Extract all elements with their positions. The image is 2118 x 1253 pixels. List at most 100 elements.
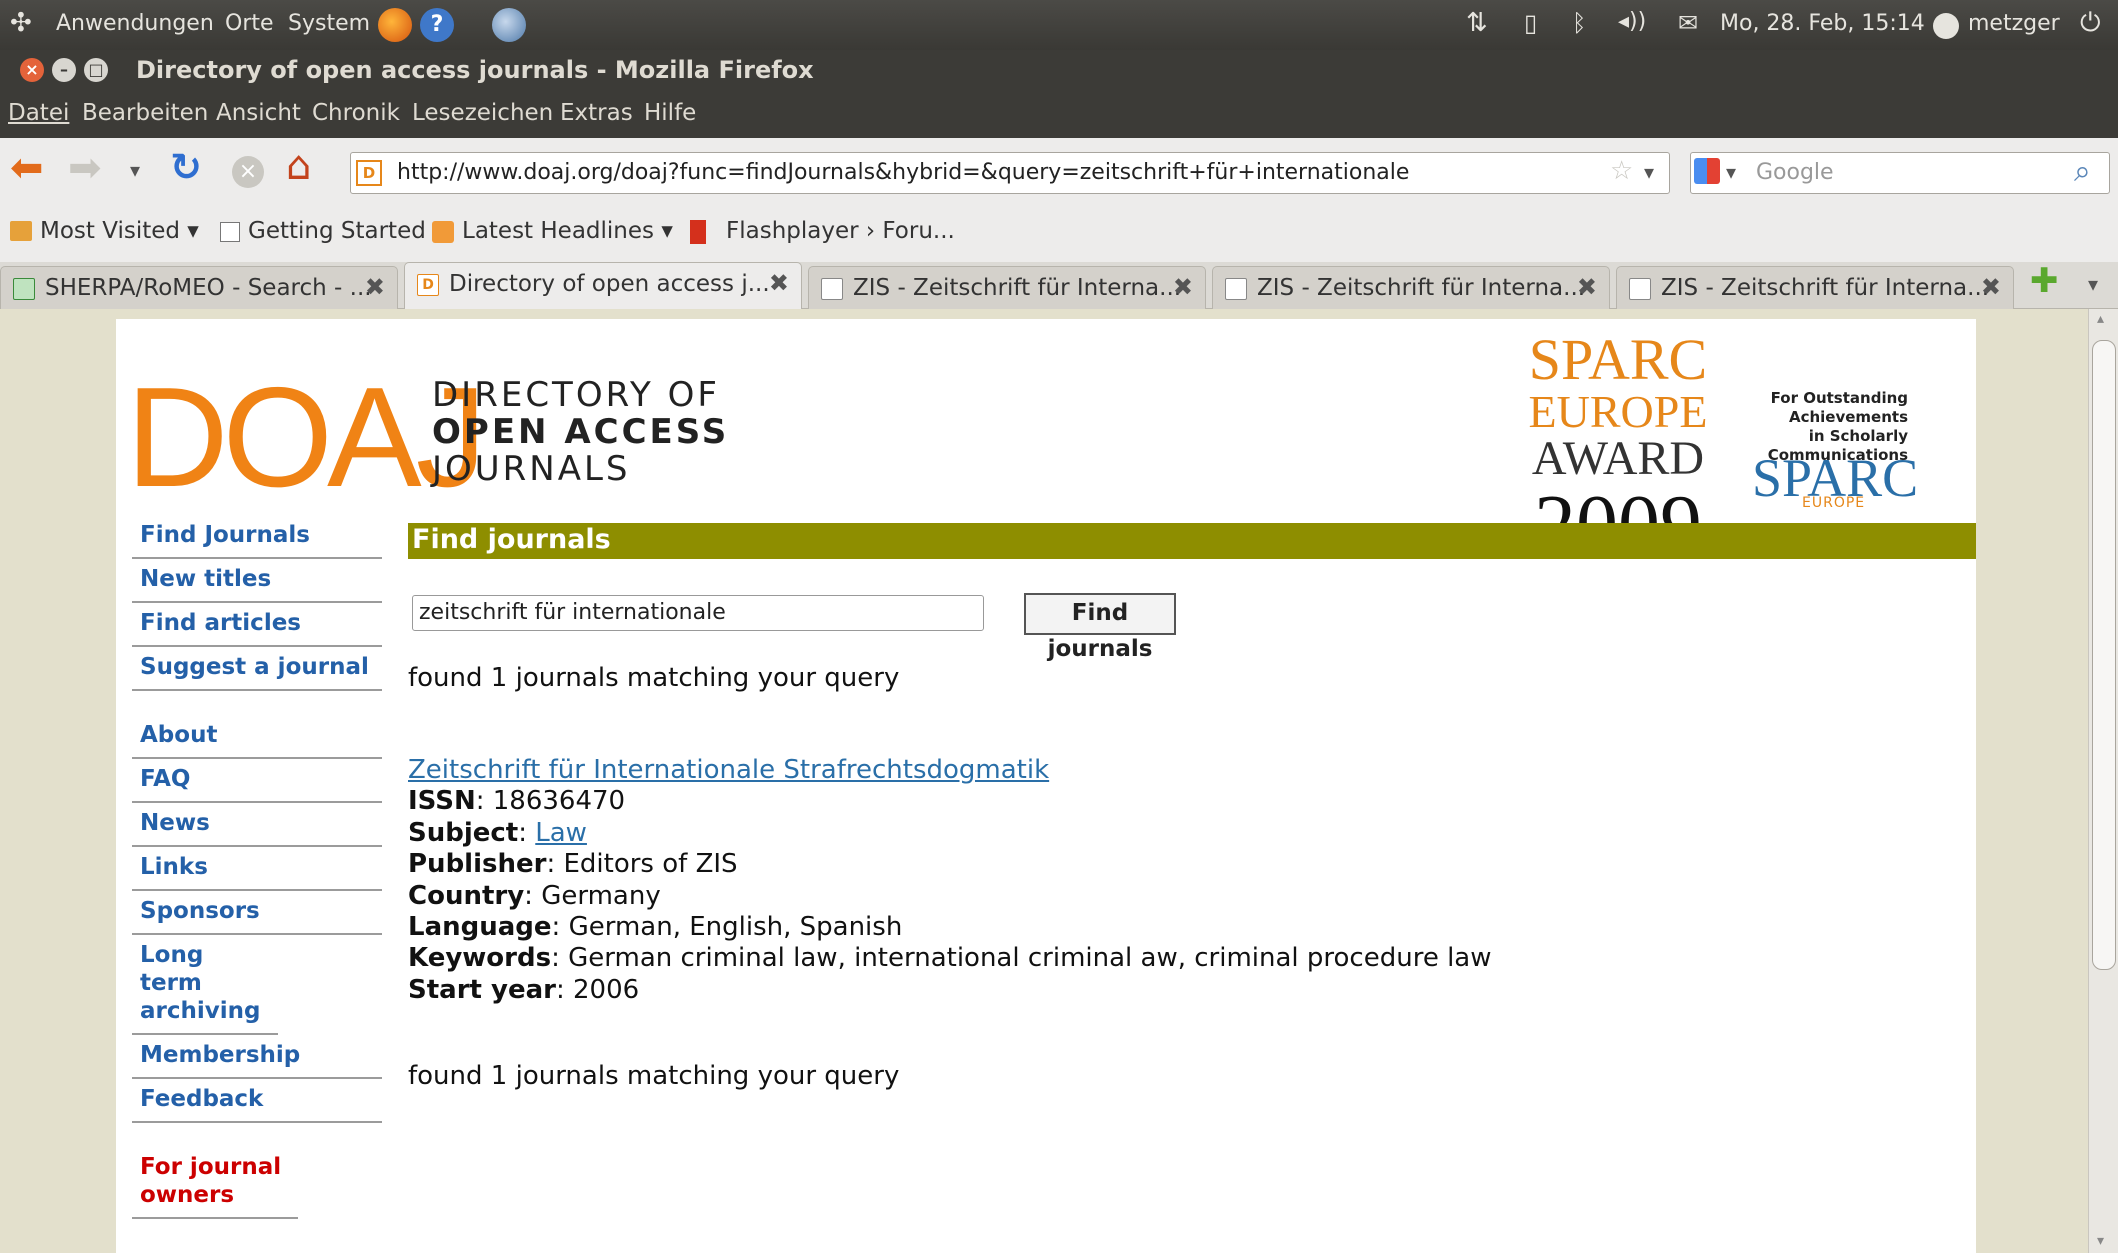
bookmark-getting-started[interactable]: Getting Started	[248, 218, 426, 244]
nav-new-titles[interactable]: New titles	[132, 559, 382, 603]
window-title: Directory of open access journals - Mozi…	[136, 56, 814, 84]
tagline-1: For Outstanding	[1770, 389, 1908, 407]
doaj-logo[interactable]: DOAJ	[126, 367, 487, 509]
nav-news[interactable]: News	[132, 803, 382, 847]
site-favicon-icon[interactable]: D	[356, 160, 382, 186]
nav-faq[interactable]: FAQ	[132, 759, 382, 803]
menu-bearbeiten[interactable]: Bearbeiten	[82, 100, 208, 126]
results-count-top: found 1 journals matching your query	[408, 663, 900, 693]
keywords-label: Keywords	[408, 943, 552, 974]
tab-label: ZIS - Zeitschrift für Interna...	[1257, 275, 1586, 301]
tagline-2: Achievements	[1788, 408, 1908, 426]
menu-datei[interactable]: Datei	[8, 100, 69, 126]
menu-hilfe[interactable]: Hilfe	[644, 100, 696, 126]
bookmark-latest-headlines[interactable]: Latest Headlines ▾	[462, 218, 673, 244]
battery-icon[interactable]: ▯	[1524, 9, 1537, 37]
rss-icon	[432, 221, 454, 243]
close-window-icon[interactable]: ×	[20, 58, 44, 82]
volume-icon[interactable]: ◂))	[1618, 9, 1646, 34]
nav-find-journals[interactable]: Find Journals	[132, 515, 382, 559]
panel-user[interactable]: metzger	[1968, 11, 2060, 36]
page-viewport: DOAJ DIRECTORY OF OPEN ACCESS JOURNALS S…	[0, 309, 2088, 1253]
bookmark-flashplayer[interactable]: Flashplayer › Foru...	[726, 218, 955, 244]
tab-label: Directory of open access j...	[449, 271, 770, 297]
network-icon[interactable]: ⇅	[1466, 8, 1488, 38]
forward-icon[interactable]: ➡	[68, 148, 102, 188]
google-engine-icon[interactable]	[1694, 158, 1720, 184]
journal-result: Zeitschrift für Internationale Strafrech…	[408, 755, 1492, 1005]
scrollbar-thumb[interactable]	[2092, 340, 2116, 970]
start-year-value: 2006	[572, 974, 640, 1005]
subject-link[interactable]: Law	[535, 818, 587, 848]
bookmarks-toolbar: Most Visited ▾ Getting Started Latest He…	[0, 206, 2118, 262]
menu-extras[interactable]: Extras	[560, 100, 633, 126]
scroll-up-icon[interactable]: ▴	[2097, 311, 2104, 327]
bookmark-most-visited[interactable]: Most Visited ▾	[40, 218, 199, 244]
search-placeholder: Google	[1756, 160, 1834, 185]
firefox-launcher-icon[interactable]	[378, 8, 412, 42]
power-icon[interactable]: ⏻	[2080, 8, 2101, 39]
publisher-value: Editors of ZIS	[563, 849, 738, 880]
tab-label: ZIS - Zeitschrift für Interna...	[1661, 275, 1990, 301]
tab-zis-2[interactable]: ZIS - Zeitschrift für Interna... ✖	[1212, 266, 1610, 309]
tab-sherpa-romeo[interactable]: SHERPA/RoMEO - Search - ... ✖	[0, 266, 398, 309]
maximize-window-icon[interactable]: □	[84, 58, 108, 82]
journal-title-link[interactable]: Zeitschrift für Internationale Strafrech…	[408, 755, 1049, 785]
menu-chronik[interactable]: Chronik	[312, 100, 400, 126]
nav-sponsors[interactable]: Sponsors	[132, 891, 382, 935]
gnome-menu-icon[interactable]: ✣	[10, 8, 32, 38]
nav-membership[interactable]: Membership	[132, 1035, 382, 1079]
back-icon[interactable]: ⬅	[10, 148, 44, 188]
romeo-favicon-icon	[13, 278, 35, 300]
menu-ansicht[interactable]: Ansicht	[216, 100, 301, 126]
doaj-favicon-icon: D	[417, 274, 439, 296]
tab-zis-3[interactable]: ZIS - Zeitschrift für Interna... ✖	[1616, 266, 2014, 309]
minimize-window-icon[interactable]: –	[52, 58, 76, 82]
reload-icon[interactable]: ↻	[170, 148, 202, 186]
mail-launcher-icon[interactable]	[492, 8, 526, 42]
url-dropdown-icon[interactable]: ▾	[1644, 160, 1654, 184]
engine-dropdown-icon[interactable]: ▾	[1726, 160, 1736, 184]
nav-links[interactable]: Links	[132, 847, 382, 891]
scroll-down-icon[interactable]: ▾	[2097, 1233, 2104, 1249]
close-tab-icon[interactable]: ✖	[769, 269, 789, 297]
nav-suggest-journal[interactable]: Suggest a journal	[132, 647, 382, 691]
search-icon[interactable]: ⌕	[2074, 154, 2091, 189]
tab-list-icon[interactable]: ▾	[2088, 272, 2098, 296]
new-tab-icon[interactable]: ✚	[2030, 264, 2059, 298]
mail-indicator-icon[interactable]: ✉	[1678, 9, 1698, 37]
issn-label: ISSN	[408, 786, 476, 817]
nav-journal-owners[interactable]: For journal owners	[132, 1147, 298, 1219]
home-icon[interactable]: ⌂	[286, 146, 311, 186]
tagline-3: in Scholarly	[1808, 427, 1908, 445]
bookmark-star-icon[interactable]: ☆	[1610, 156, 1633, 186]
tab-doaj[interactable]: D Directory of open access j... ✖	[404, 262, 802, 310]
bluetooth-icon[interactable]: ᛒ	[1572, 9, 1586, 37]
nav-find-articles[interactable]: Find articles	[132, 603, 382, 647]
menu-lesezeichen[interactable]: Lesezeichen	[412, 100, 553, 126]
history-dropdown-icon[interactable]: ▾	[130, 158, 140, 182]
panel-menu-applications[interactable]: Anwendungen	[56, 11, 214, 36]
url-text[interactable]: http://www.doaj.org/doaj?func=findJourna…	[397, 160, 1409, 185]
search-field[interactable]	[1690, 152, 2110, 194]
nav-long-term-archiving[interactable]: Long term archiving	[132, 935, 278, 1035]
panel-menu-places[interactable]: Orte	[225, 11, 274, 36]
panel-menu-system[interactable]: System	[288, 11, 370, 36]
tab-zis-1[interactable]: ZIS - Zeitschrift für Interna... ✖	[808, 266, 1206, 309]
close-tab-icon[interactable]: ✖	[365, 273, 385, 301]
nav-about[interactable]: About	[132, 715, 382, 759]
nav-feedback[interactable]: Feedback	[132, 1079, 382, 1123]
find-journals-button[interactable]: Find journals	[1024, 593, 1176, 662]
country-label: Country	[408, 880, 525, 911]
close-tab-icon[interactable]: ✖	[1173, 273, 1193, 301]
window-titlebar: Directory of open access journals - Mozi…	[0, 50, 2118, 90]
search-query-input[interactable]: zeitschrift für internationale	[412, 595, 984, 631]
tab-label: ZIS - Zeitschrift für Interna...	[853, 275, 1182, 301]
help-launcher-icon[interactable]: ?	[420, 8, 454, 42]
close-tab-icon[interactable]: ✖	[1577, 273, 1597, 301]
close-tab-icon[interactable]: ✖	[1981, 273, 2001, 301]
section-header: Find journals	[408, 523, 1976, 559]
language-value: German, English, Spanish	[568, 912, 903, 943]
stop-icon[interactable]: ×	[232, 156, 264, 188]
panel-clock[interactable]: Mo, 28. Feb, 15:14	[1720, 11, 1925, 36]
